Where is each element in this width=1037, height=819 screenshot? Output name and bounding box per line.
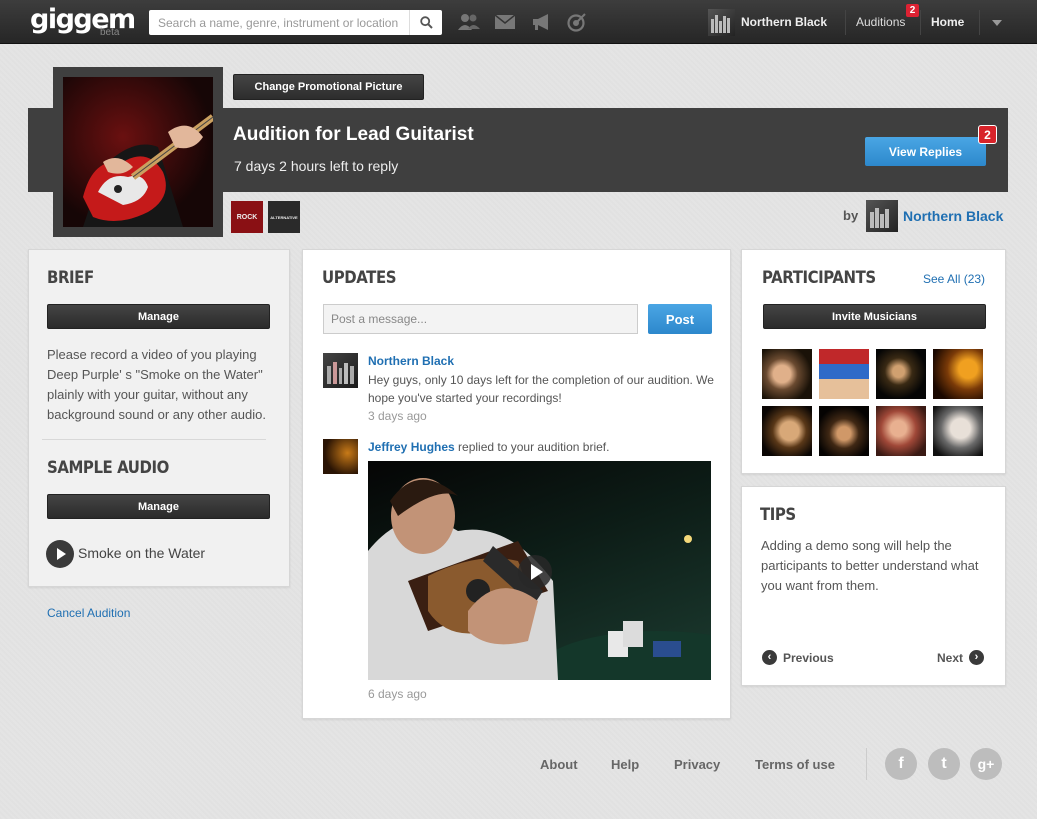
top-navigation-bar: giggem beta Northern Black Auditions 2 H…	[0, 0, 1037, 44]
update-author-link[interactable]: Northern Black	[368, 354, 454, 368]
participant-avatar[interactable]	[933, 406, 983, 456]
participants-heading: PARTICIPANTS	[762, 268, 876, 288]
view-replies-button[interactable]: View Replies	[865, 137, 986, 166]
post-button[interactable]: Post	[648, 304, 712, 334]
cancel-audition-link[interactable]: Cancel Audition	[47, 606, 130, 620]
nav-icon-group	[457, 11, 589, 33]
search-button[interactable]	[409, 10, 442, 35]
sample-track-name[interactable]: Smoke on the Water	[78, 543, 205, 563]
auditions-count-badge: 2	[906, 4, 919, 17]
twitter-icon[interactable]: t	[928, 748, 960, 780]
search-icon	[419, 16, 433, 29]
participant-avatar[interactable]	[762, 406, 812, 456]
participant-avatar[interactable]	[819, 349, 869, 399]
nav-auditions-link[interactable]: Auditions	[856, 15, 905, 29]
avatar[interactable]	[323, 353, 358, 388]
chevron-down-icon[interactable]	[992, 20, 1002, 26]
arrow-right-icon: ›	[969, 650, 985, 665]
sample-audio-heading: SAMPLE AUDIO	[47, 458, 169, 478]
by-label: by	[843, 208, 859, 223]
owner-name-link[interactable]: Northern Black	[903, 208, 1003, 224]
time-left-text: 7 days 2 hours left to reply	[234, 158, 399, 174]
footer-about-link[interactable]: About	[540, 757, 578, 772]
promotional-picture	[63, 77, 213, 227]
see-all-participants-link[interactable]: See All (23)	[923, 272, 985, 286]
mail-icon[interactable]	[493, 11, 517, 33]
brief-panel: BRIEF Manage Please record a video of yo…	[28, 249, 290, 587]
replies-count-badge: 2	[978, 125, 997, 144]
participant-avatar[interactable]	[819, 406, 869, 456]
play-icon[interactable]	[518, 555, 552, 589]
avatar[interactable]	[323, 439, 358, 474]
nav-divider	[979, 10, 980, 35]
genre-tag-rock[interactable]: ROCK	[231, 201, 263, 233]
participant-avatar[interactable]	[876, 406, 926, 456]
update-timestamp: 3 days ago	[368, 409, 427, 423]
genre-tag-alternative[interactable]: ALTERNATIVE	[268, 201, 300, 233]
participant-avatar[interactable]	[876, 349, 926, 399]
user-name: Northern Black	[741, 15, 828, 29]
participant-avatar[interactable]	[762, 349, 812, 399]
brief-divider	[42, 439, 266, 440]
participant-avatar[interactable]	[933, 349, 983, 399]
participant-grid	[762, 349, 983, 456]
user-menu[interactable]: Northern Black	[708, 8, 827, 36]
tips-panel: TIPS Adding a demo song will help the pa…	[741, 486, 1006, 686]
sample-audio-manage-button[interactable]: Manage	[47, 494, 270, 519]
arrow-left-icon: ‹	[762, 650, 777, 665]
audition-title: Audition for Lead Guitarist	[233, 124, 474, 145]
tips-heading: TIPS	[760, 505, 796, 525]
search-box	[149, 10, 442, 35]
brief-text: Please record a video of you playing Dee…	[47, 347, 266, 422]
brief-manage-button[interactable]: Manage	[47, 304, 270, 329]
google-plus-icon[interactable]: g+	[970, 748, 1002, 780]
search-input[interactable]	[149, 10, 409, 35]
nav-divider	[845, 10, 846, 35]
next-tip-button[interactable]: Next ›	[937, 650, 985, 665]
updates-heading: UPDATES	[322, 268, 397, 288]
target-icon[interactable]	[565, 11, 589, 33]
tips-text: Adding a demo song will help the partici…	[761, 538, 979, 593]
user-avatar	[708, 8, 735, 36]
beta-tag: beta	[100, 27, 120, 38]
footer-privacy-link[interactable]: Privacy	[674, 757, 720, 772]
footer-help-link[interactable]: Help	[611, 757, 639, 772]
megaphone-icon[interactable]	[529, 11, 553, 33]
nav-home-link[interactable]: Home	[931, 15, 964, 29]
participants-panel: PARTICIPANTS See All (23) Invite Musicia…	[741, 249, 1006, 474]
nav-divider	[920, 10, 921, 35]
play-icon[interactable]	[46, 540, 74, 568]
promotional-picture-frame	[53, 67, 223, 237]
owner-avatar[interactable]	[866, 200, 898, 232]
footer-divider	[866, 748, 867, 780]
facebook-icon[interactable]: f	[885, 748, 917, 780]
brief-heading: BRIEF	[47, 268, 94, 288]
video-thumbnail[interactable]	[368, 461, 711, 680]
update-text: Hey guys, only 10 days left for the comp…	[368, 373, 714, 405]
people-icon[interactable]	[457, 11, 481, 33]
footer-terms-link[interactable]: Terms of use	[755, 757, 835, 772]
post-message-input[interactable]	[323, 304, 638, 334]
updates-panel: UPDATES Post Northern Black Hey guys, on…	[302, 249, 731, 719]
update-author-link[interactable]: Jeffrey Hughes	[368, 440, 455, 454]
change-promotional-picture-button[interactable]: Change Promotional Picture	[233, 74, 424, 100]
invite-musicians-button[interactable]: Invite Musicians	[763, 304, 986, 329]
previous-tip-button[interactable]: ‹ Previous	[762, 650, 834, 665]
update-timestamp: 6 days ago	[368, 687, 427, 701]
update-text: Jeffrey Hughes replied to your audition …	[368, 440, 610, 454]
